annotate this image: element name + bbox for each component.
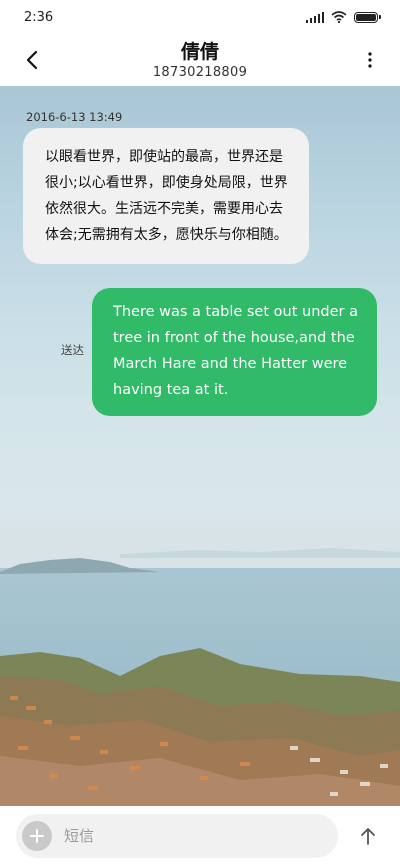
conversation-header: 倩倩 18730218809 — [0, 34, 400, 86]
incoming-message-bubble[interactable]: 以眼看世界，即使站的最高，世界还是很小;以心看世界，即使身处局限，世界依然很大。… — [23, 128, 309, 264]
message-input[interactable] — [64, 827, 304, 845]
message-timestamp: 2016-6-13 13:49 — [26, 110, 123, 124]
message-list[interactable]: 2016-6-13 13:49 以眼看世界，即使站的最高，世界还是很小;以心看世… — [0, 86, 400, 806]
wallpaper-hillside — [0, 648, 400, 806]
delivery-status: 送达 — [61, 343, 84, 357]
signal-icon — [305, 11, 324, 23]
more-options-button[interactable] — [354, 44, 386, 76]
status-bar: 2:36 — [0, 0, 400, 34]
status-time: 2:36 — [24, 9, 54, 25]
wifi-icon — [331, 11, 347, 23]
vertical-dots-icon — [368, 52, 372, 68]
contact-phone-number: 18730218809 — [152, 64, 248, 80]
status-icons — [305, 11, 381, 23]
arrow-up-icon — [361, 828, 375, 845]
composer-pill — [16, 814, 338, 858]
contact-title[interactable]: 倩倩 18730218809 — [153, 40, 247, 81]
message-composer — [0, 806, 400, 866]
send-button[interactable] — [354, 822, 382, 850]
attach-button[interactable] — [22, 821, 52, 851]
battery-icon — [354, 11, 381, 23]
contact-name: 倩倩 — [180, 40, 219, 63]
wallpaper-islands — [0, 548, 400, 574]
outgoing-message-bubble[interactable]: There was a table set out under a tree i… — [92, 288, 377, 416]
chevron-left-icon — [26, 50, 38, 70]
back-button[interactable] — [16, 44, 48, 76]
plus-icon — [30, 829, 44, 843]
